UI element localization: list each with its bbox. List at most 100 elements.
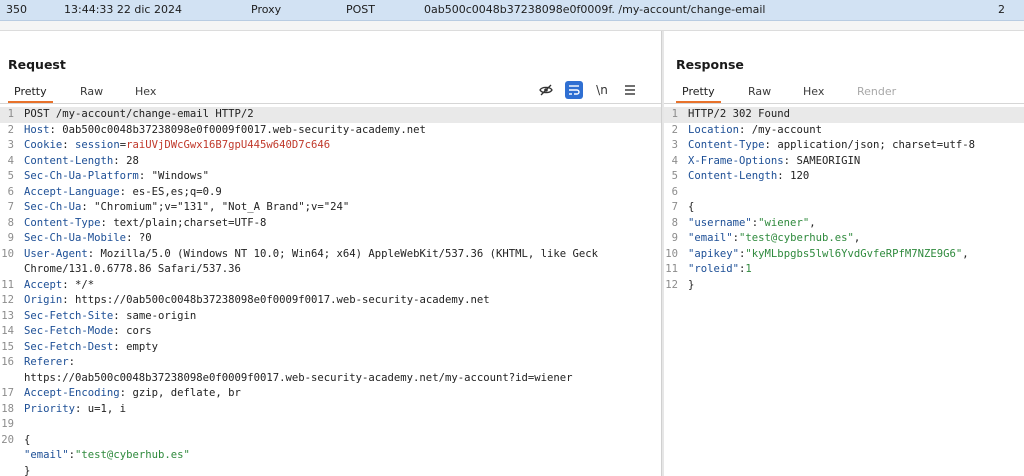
- request-line-number: 20: [1, 433, 14, 446]
- request-line-text: Sec-Fetch-Site: same-origin: [24, 309, 196, 325]
- request-line-number: 4: [7, 154, 14, 167]
- request-line-text: Accept-Language: es-ES,es;q=0.9: [24, 185, 222, 201]
- header-separator: :: [81, 201, 95, 213]
- request-line: 16 Referer:: [0, 355, 661, 371]
- request-line-number: 3: [7, 139, 14, 151]
- response-line-text: Location: /my-account: [688, 123, 822, 139]
- header-separator: :: [100, 216, 114, 229]
- response-line-number: 1: [671, 108, 678, 120]
- request-pane: Request Pretty Raw Hex \n 1 POST /my-acco…: [0, 31, 661, 476]
- response-line-number: 9: [671, 232, 678, 244]
- raw-text: HTTP/2 302 Found: [688, 108, 791, 120]
- header-separator: :: [113, 325, 127, 337]
- history-next-row[interactable]: [0, 21, 1024, 31]
- request-line-text: Sec-Ch-Ua-Mobile: ?0: [24, 231, 152, 247]
- response-line-number: 6: [671, 185, 678, 198]
- header-name: Origin: [24, 294, 63, 306]
- header-separator: :: [49, 123, 63, 136]
- header-name: Sec-Ch-Ua: [24, 201, 82, 213]
- request-tab-hex[interactable]: Hex: [135, 85, 156, 98]
- header-name: Sec-Fetch-Site: [24, 309, 114, 322]
- response-tab-pretty[interactable]: Pretty: [676, 85, 721, 103]
- request-line: 14 Sec-Fetch-Mode: cors: [0, 324, 661, 340]
- response-line-number: 12: [665, 278, 678, 291]
- header-name: Accept-Language: [24, 185, 120, 198]
- request-line: 9 Sec-Ch-Ua-Mobile: ?0: [0, 231, 661, 247]
- header-separator: :: [764, 139, 778, 151]
- request-line-number: 18: [1, 402, 14, 415]
- response-line: 12}: [664, 278, 1024, 294]
- json-key: "roleid": [688, 263, 740, 275]
- request-line: 2 Host: 0ab500c0048b37238098e0f0009f0017.…: [0, 123, 661, 139]
- response-title: Response: [676, 57, 744, 72]
- header-name: User-Agent: [24, 247, 88, 260]
- request-line: 6 Accept-Language: es-ES,es;q=0.9: [0, 185, 661, 201]
- header-value: empty: [126, 340, 158, 353]
- menu-icon[interactable]: [621, 81, 639, 99]
- request-line: 1 POST /my-account/change-email HTTP/2: [0, 107, 661, 123]
- header-name: X-Frame-Options: [688, 154, 784, 167]
- request-line-text: "email":"test@cyberhub.es": [24, 448, 190, 464]
- request-line-number: 9: [7, 232, 14, 244]
- header-value: Mozilla/5.0 (Windows NT 10.0; Win64; x64…: [100, 247, 599, 260]
- response-tab-hex[interactable]: Hex: [803, 85, 824, 98]
- response-line-text: {: [688, 200, 694, 216]
- request-line-text: Sec-Ch-Ua: "Chromium";v="131", "Not_A Br…: [24, 200, 349, 216]
- request-line-number: 17: [1, 387, 14, 399]
- history-row-time: 13:44:33 22 dic 2024: [64, 3, 182, 16]
- header-separator: :: [138, 170, 152, 182]
- response-line: 5 Content-Length: 120: [664, 169, 1024, 185]
- header-name: Content-Length: [24, 154, 114, 167]
- request-line: }: [0, 464, 661, 476]
- response-line-number: 5: [671, 170, 678, 182]
- request-line-number: 13: [1, 309, 14, 322]
- response-editor[interactable]: 1 HTTP/2 302 Found 2 Location: /my-account 3…: [664, 107, 1024, 293]
- header-value: application/json; charset=utf-8: [777, 139, 976, 151]
- header-name: Priority: [24, 402, 76, 415]
- request-line-text: Origin: https://0ab500c0048b37238098e0f0…: [24, 293, 490, 309]
- header-separator: :: [62, 278, 76, 291]
- request-tab-raw[interactable]: Raw: [80, 85, 103, 98]
- header-separator: :: [126, 232, 139, 244]
- header-separator: :: [783, 154, 797, 167]
- header-name: Accept-Encoding: [24, 387, 120, 399]
- raw-text: https://0ab500c0048b37238098e0f0009f0017…: [24, 371, 573, 384]
- eye-slash-icon[interactable]: [537, 81, 555, 99]
- response-line-number: 7: [671, 201, 678, 213]
- response-tab-render[interactable]: Render: [857, 85, 896, 98]
- request-line: 15 Sec-Fetch-Dest: empty: [0, 340, 661, 356]
- header-value: "Windows": [151, 170, 209, 182]
- header-separator: :: [739, 123, 752, 136]
- request-line-text: https://0ab500c0048b37238098e0f0009f0017…: [24, 371, 573, 387]
- newline-icon[interactable]: \n: [593, 81, 611, 99]
- response-line-number: 11: [665, 263, 678, 275]
- header-value: /my-account: [751, 123, 822, 136]
- wrap-lines-icon[interactable]: [565, 81, 583, 99]
- json-key: "email": [688, 232, 733, 244]
- header-name: Content-Type: [688, 139, 765, 151]
- history-row-method: POST: [346, 3, 375, 16]
- response-line: 4 X-Frame-Options: SAMEORIGIN: [664, 154, 1024, 170]
- request-line-number: 12: [1, 294, 14, 306]
- request-tab-pretty[interactable]: Pretty: [8, 85, 53, 103]
- response-line-text: X-Frame-Options: SAMEORIGIN: [688, 154, 860, 170]
- request-line-text: Sec-Fetch-Mode: cors: [24, 324, 152, 340]
- header-separator: :: [62, 139, 76, 151]
- header-separator: :: [113, 309, 127, 322]
- header-name: Content-Type: [24, 216, 101, 229]
- raw-text: }: [688, 278, 695, 291]
- request-editor[interactable]: 1 POST /my-account/change-email HTTP/2 2 Ho…: [0, 107, 661, 476]
- header-separator: :: [113, 340, 127, 353]
- request-line: 12 Origin: https://0ab500c0048b37238098e0…: [0, 293, 661, 309]
- response-tab-raw[interactable]: Raw: [748, 85, 771, 98]
- response-line: 8 "username":"wiener",: [664, 216, 1024, 232]
- history-selected-row[interactable]: 350 13:44:33 22 dic 2024 Proxy POST 0ab5…: [0, 0, 1024, 21]
- response-line-text: Content-Length: 120: [688, 169, 809, 185]
- header-name: Sec-Fetch-Mode: [24, 325, 114, 337]
- header-name: Content-Length: [688, 170, 778, 182]
- raw-text: }: [24, 464, 31, 476]
- header-value: "Chromium";v="131", "Not_A Brand";v="24": [94, 201, 350, 213]
- header-value: */*: [75, 278, 95, 291]
- request-line: 17 Accept-Encoding: gzip, deflate, br: [0, 386, 661, 402]
- header-value: ?0: [138, 232, 152, 244]
